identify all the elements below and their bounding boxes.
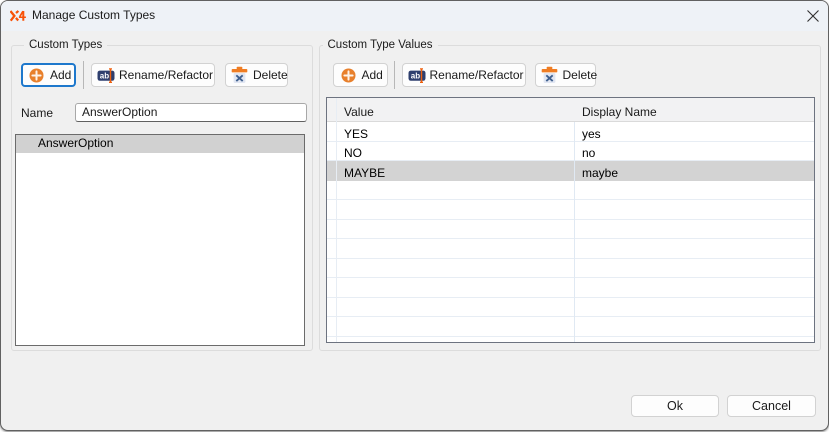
svg-text:ab: ab bbox=[100, 71, 109, 80]
svg-text:ab: ab bbox=[410, 71, 419, 80]
